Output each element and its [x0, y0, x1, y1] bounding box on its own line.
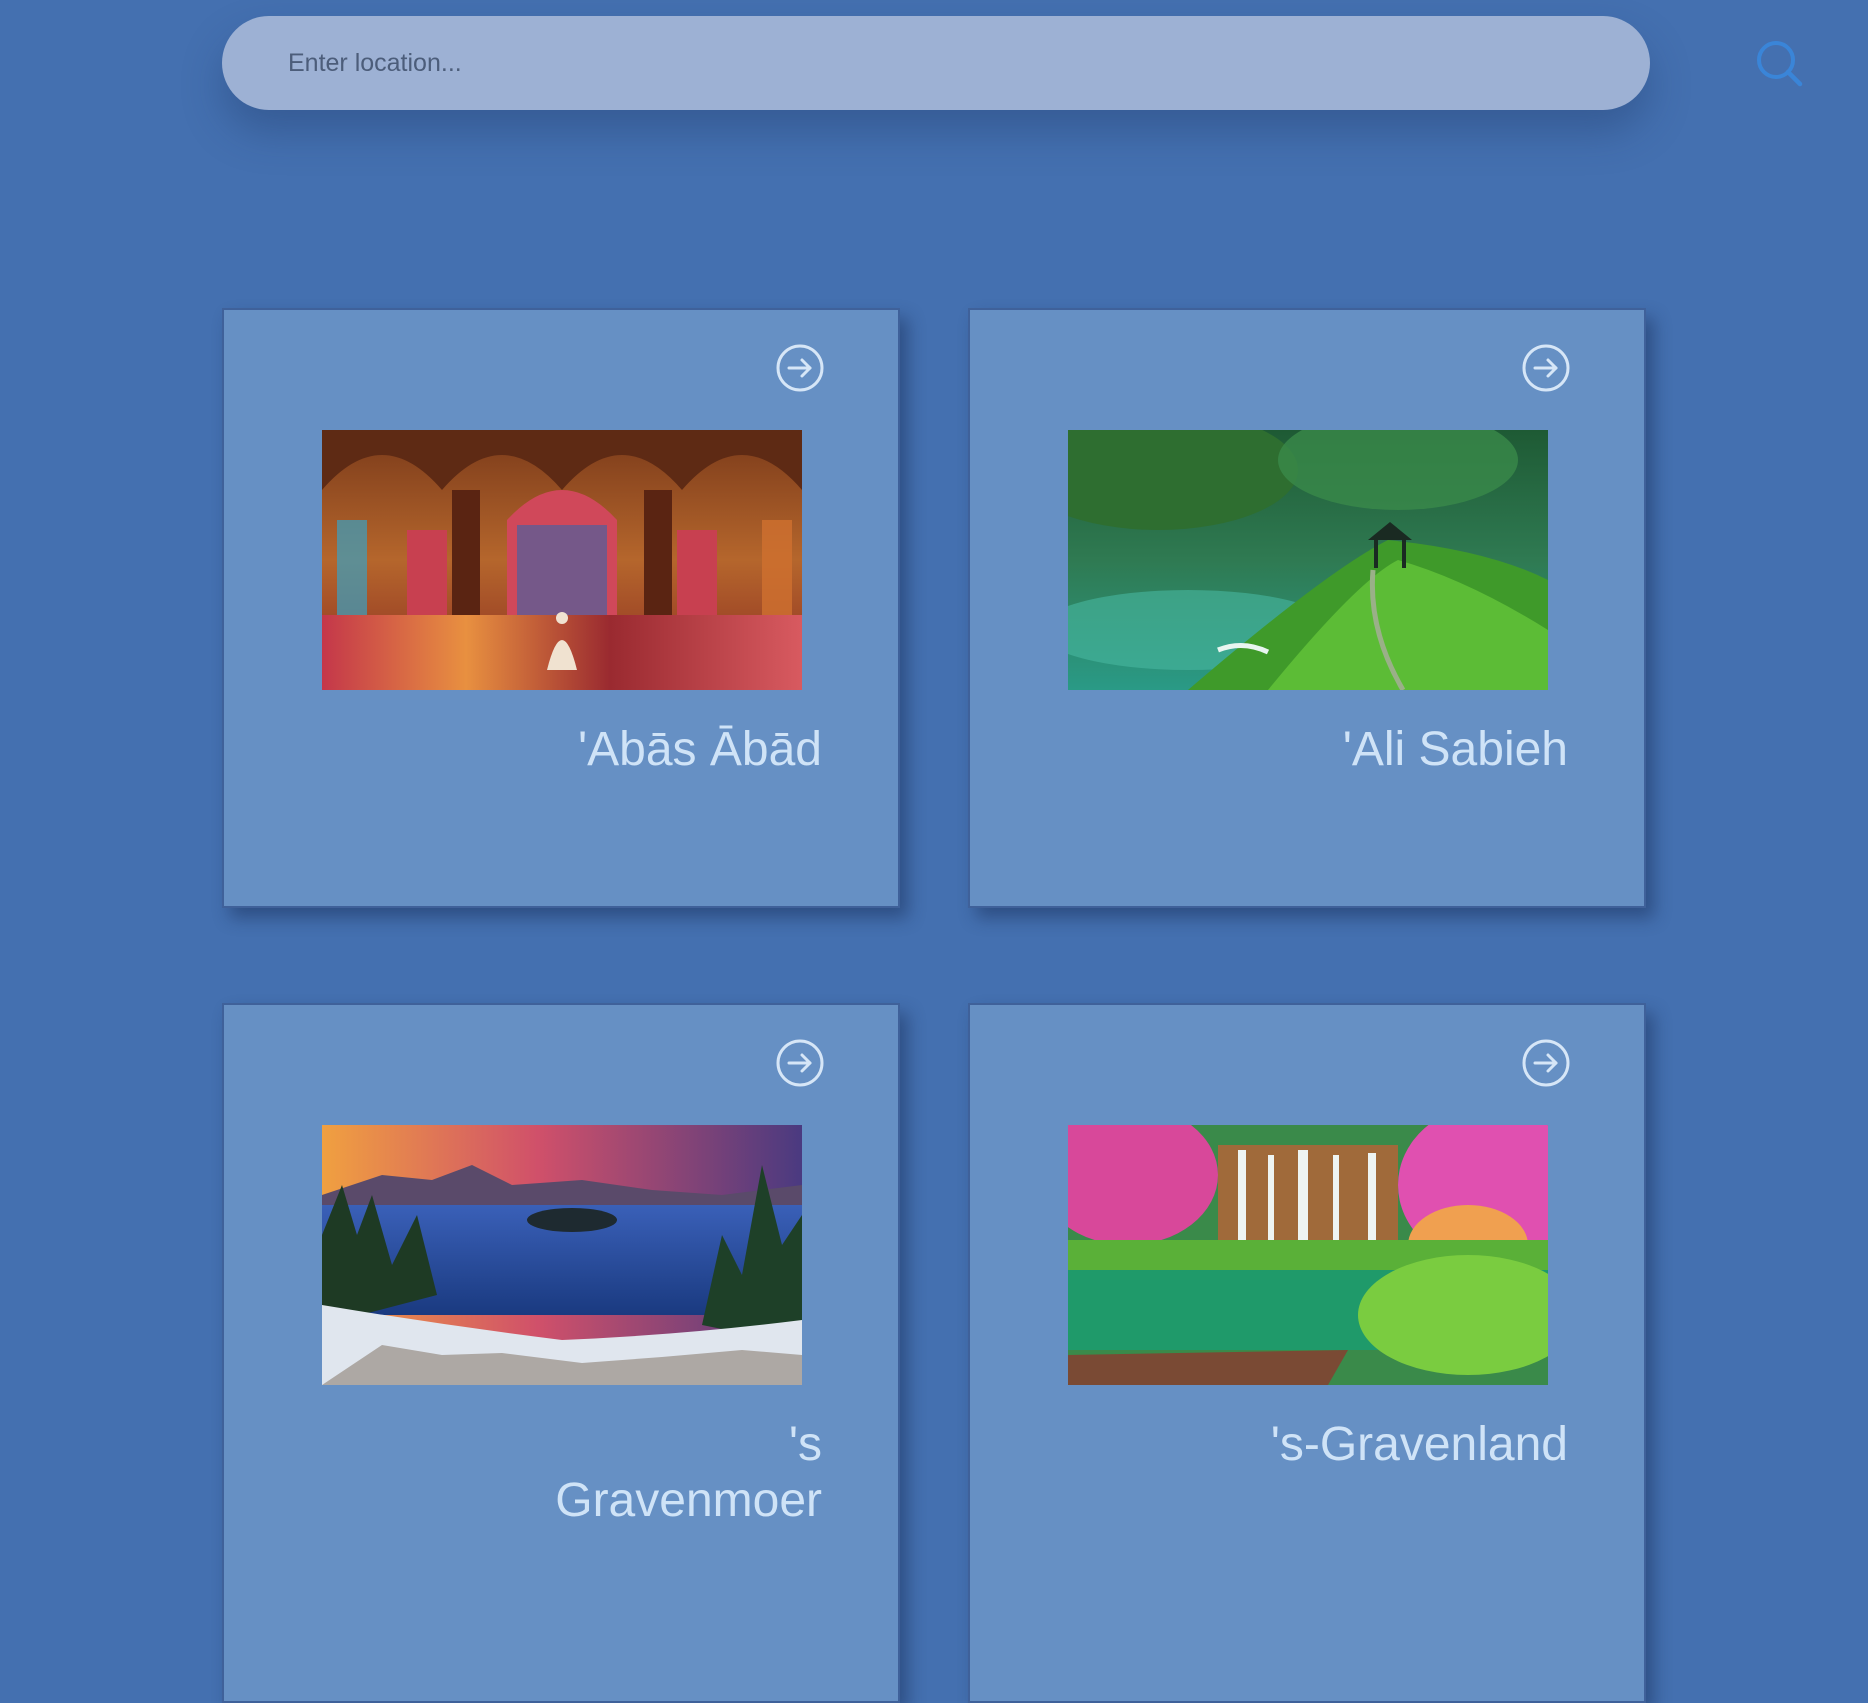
open-location-button[interactable]	[774, 342, 826, 394]
location-card[interactable]: 's-Gravenland	[968, 1003, 1646, 1703]
location-image	[322, 1125, 802, 1385]
location-title: 'Ali Sabieh	[1342, 723, 1568, 776]
arrow-right-circle-icon	[776, 1039, 824, 1087]
location-image	[1068, 430, 1548, 690]
location-title: 's-Gravenland	[1270, 1418, 1568, 1471]
location-card[interactable]: 'Abās Ābād	[222, 308, 900, 908]
location-card[interactable]: 's Gravenmoer	[222, 1003, 900, 1703]
arrow-right-circle-icon	[776, 344, 824, 392]
location-search-input[interactable]	[288, 16, 1488, 110]
arrow-right-circle-icon	[1522, 1039, 1570, 1087]
location-title: 's Gravenmoer	[555, 1418, 822, 1527]
location-image	[322, 430, 802, 690]
open-location-button[interactable]	[1520, 342, 1572, 394]
open-location-button[interactable]	[1520, 1037, 1572, 1089]
search-icon	[1757, 41, 1803, 87]
location-image	[1068, 1125, 1548, 1385]
search-button[interactable]	[1750, 34, 1810, 94]
search-bar	[222, 16, 1803, 110]
location-card[interactable]: 'Ali Sabieh	[968, 308, 1646, 908]
location-title: 'Abās Ābād	[577, 723, 822, 776]
open-location-button[interactable]	[774, 1037, 826, 1089]
arrow-right-circle-icon	[1522, 344, 1570, 392]
